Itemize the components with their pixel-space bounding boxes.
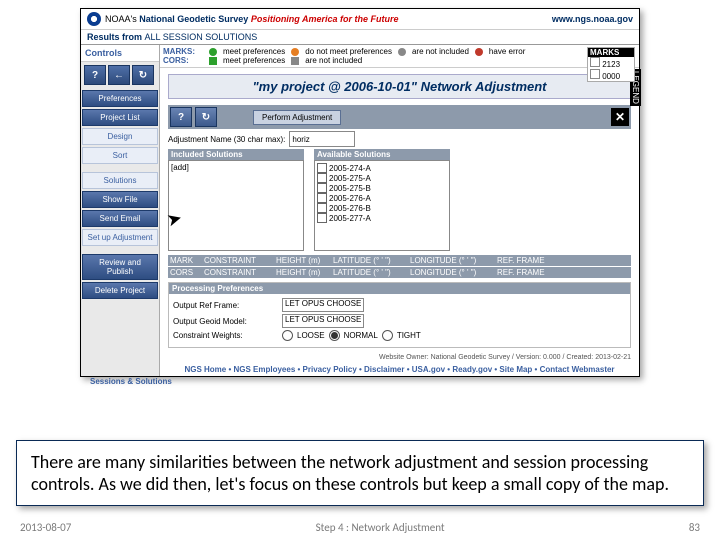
nav-setup-adjustment[interactable]: Set up Adjustment	[82, 229, 158, 246]
mark-box-icon	[590, 57, 600, 67]
perform-adjustment-button[interactable]: Perform Adjustment	[253, 110, 341, 125]
checkbox-icon[interactable]	[317, 163, 327, 173]
dot-gray-icon	[398, 48, 406, 56]
nav-sort[interactable]: Sort	[82, 147, 158, 164]
controls-heading: Controls	[81, 45, 159, 62]
dot-orange-icon	[291, 48, 299, 56]
noaa-logo-icon	[87, 12, 101, 26]
constraint-weights-label: Constraint Weights:	[173, 331, 278, 340]
dot-green-icon	[209, 48, 217, 56]
nav-review-publish[interactable]: Review and Publish	[82, 254, 158, 280]
sq-gray-icon	[291, 57, 299, 65]
controls-sidebar: Controls ? ← ↻ Preferences Project List …	[81, 45, 160, 376]
adjustment-toolbar: ? ↻ Perform Adjustment ✕	[168, 105, 631, 129]
sessions-link[interactable]: Sessions & Solutions	[0, 377, 720, 386]
available-solutions-header: Available Solutions	[314, 149, 450, 160]
help-icon[interactable]: ?	[84, 65, 106, 85]
nav-project-list[interactable]: Project List	[82, 109, 158, 126]
slide-caption: There are many similarities between the …	[16, 440, 704, 506]
nav-delete-project[interactable]: Delete Project	[82, 282, 158, 299]
legend-bar: MARKS: meet preferences do not meet pref…	[160, 45, 639, 68]
available-solutions-list[interactable]: 2005-274-A 2005-275-A 2005-275-B 2005-27…	[314, 160, 450, 251]
slide-step: Step 4 : Network Adjustment	[316, 521, 445, 534]
adjustment-name-label: Adjustment Name (30 char max):	[168, 135, 285, 144]
nav-design[interactable]: Design	[82, 128, 158, 145]
sq-green-icon	[209, 57, 217, 65]
slide-date: 2013-08-07	[20, 521, 71, 534]
footer-owner: Website Owner: National Geodetic Survey …	[160, 352, 639, 363]
mark-box-icon	[590, 69, 600, 79]
output-geoid-select[interactable]: LET OPUS CHOOSE	[282, 314, 364, 328]
slide-footer: 2013-08-07 Step 4 : Network Adjustment 8…	[0, 521, 720, 534]
close-icon[interactable]: ✕	[611, 108, 629, 126]
add-link[interactable]: [add]	[171, 163, 189, 172]
help-icon[interactable]: ?	[170, 107, 192, 127]
footer-links[interactable]: NGS Home • NGS Employees • Privacy Polic…	[160, 363, 639, 376]
radio-loose[interactable]	[282, 330, 293, 341]
radio-normal[interactable]	[329, 330, 340, 341]
refresh-icon[interactable]: ↻	[132, 65, 154, 85]
constraints-table: MARKCONSTRAINTHEIGHT (m)LATITUDE (° ' ")…	[168, 255, 631, 278]
checkbox-icon[interactable]	[317, 213, 327, 223]
brand-text: NOAA's National Geodetic Survey Position…	[105, 14, 399, 24]
included-solutions-list[interactable]: [add]	[168, 160, 304, 251]
checkbox-icon[interactable]	[317, 203, 327, 213]
nav-show-file[interactable]: Show File	[82, 191, 158, 208]
dot-red-icon	[475, 48, 483, 56]
slide-number: 83	[689, 521, 700, 534]
marks-panel: MARKS 2123 0000	[587, 47, 635, 82]
radio-tight[interactable]	[382, 330, 393, 341]
nav-preferences[interactable]: Preferences	[82, 90, 158, 107]
back-icon[interactable]: ←	[108, 65, 130, 85]
checkbox-icon[interactable]	[317, 183, 327, 193]
output-geoid-label: Output Geoid Model:	[173, 317, 278, 326]
included-solutions-header: Included Solutions	[168, 149, 304, 160]
results-bar: Results from ALL SESSION SOLUTIONS	[81, 30, 639, 45]
checkbox-icon[interactable]	[317, 173, 327, 183]
page-title: "my project @ 2006-10-01" Network Adjust…	[168, 74, 631, 99]
nav-send-email[interactable]: Send Email	[82, 210, 158, 227]
output-ref-frame-select[interactable]: LET OPUS CHOOSE	[282, 298, 364, 312]
refresh-icon[interactable]: ↻	[195, 107, 217, 127]
output-ref-frame-label: Output Ref Frame:	[173, 301, 278, 310]
checkbox-icon[interactable]	[317, 193, 327, 203]
header-url[interactable]: www.ngs.noaa.gov	[552, 14, 633, 24]
processing-preferences: Processing Preferences Output Ref Frame:…	[168, 282, 631, 348]
adjustment-name-input[interactable]	[289, 131, 355, 147]
nav-solutions[interactable]: Solutions	[82, 172, 158, 189]
app-header: NOAA's National Geodetic Survey Position…	[81, 9, 639, 30]
